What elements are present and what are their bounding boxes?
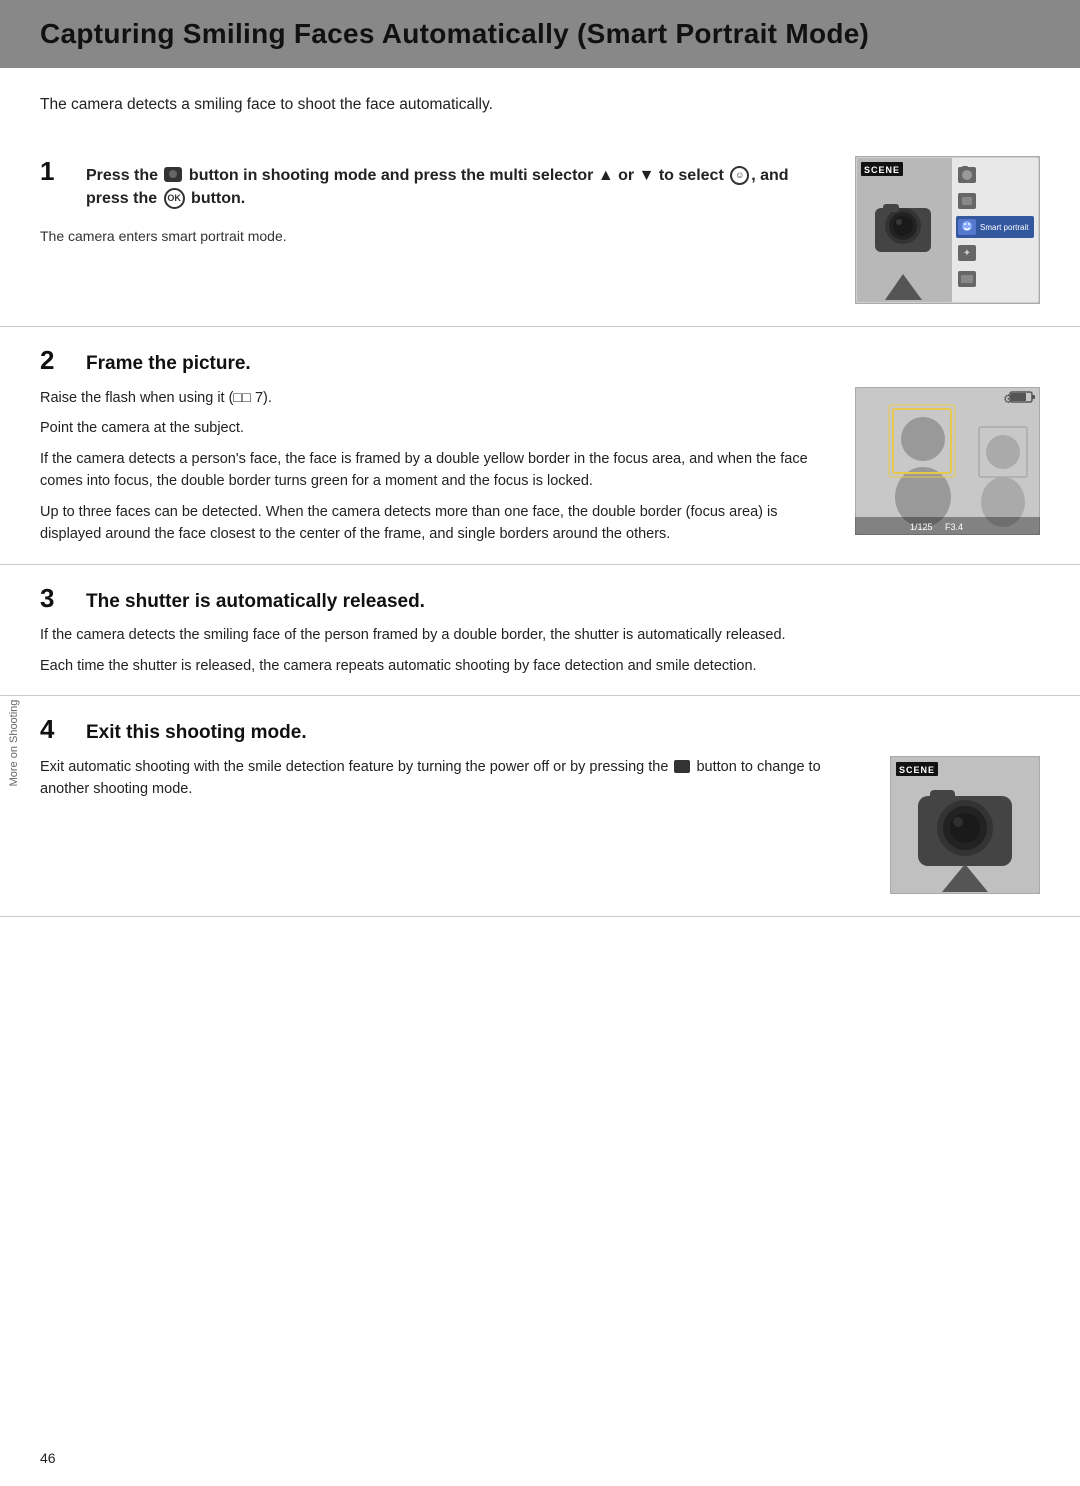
step2-p2: Point the camera at the subject. [40, 417, 835, 439]
ok-icon-inline: OK [164, 188, 185, 209]
step2-number: 2 [40, 347, 76, 373]
sidebar-label: More on Shooting [8, 700, 20, 787]
step1-content: 1 Press the button in shooting mode and … [40, 156, 1040, 308]
step1-header: 1 Press the button in shooting mode and … [40, 156, 835, 218]
svg-text:SCENE: SCENE [864, 165, 900, 175]
camera-icon-inline [164, 167, 182, 182]
step-3: 3 The shutter is automatically released.… [0, 565, 1080, 697]
svg-text:✦: ✦ [963, 248, 971, 259]
step4-header: 4 Exit this shooting mode. [40, 714, 1040, 746]
svg-text:SCENE: SCENE [899, 765, 935, 775]
scene-exit-svg: SCENE [890, 756, 1040, 894]
step1-title: Press the button in shooting mode and pr… [86, 164, 835, 210]
step2-content: Raise the flash when using it (□□ 7). Po… [40, 387, 1040, 546]
step3-p1: If the camera detects the smiling face o… [40, 624, 1040, 646]
step-2: 2 Frame the picture. Raise the flash whe… [0, 327, 1080, 565]
step3-header: 3 The shutter is automatically released. [40, 583, 1040, 615]
page-header: Capturing Smiling Faces Automatically (S… [0, 0, 1080, 68]
step3-title: The shutter is automatically released. [86, 590, 425, 615]
viewfinder-svg: ⚙ [855, 387, 1040, 535]
smile-icon-inline: ☺ [730, 166, 749, 185]
step-4: 4 Exit this shooting mode. Exit automati… [0, 696, 1080, 917]
step2-title: Frame the picture. [86, 352, 251, 377]
svg-text:Smart portrait: Smart portrait [980, 223, 1029, 232]
step2-p1: Raise the flash when using it (□□ 7). [40, 387, 835, 409]
step3-number: 3 [40, 585, 76, 611]
scene-selector-svg: SCENE [855, 156, 1040, 304]
svg-text:F3.4: F3.4 [945, 522, 963, 532]
step1-subtext: The camera enters smart portrait mode. [40, 228, 835, 244]
step1-image: SCENE [855, 156, 1040, 308]
step1-text: 1 Press the button in shooting mode and … [40, 156, 835, 244]
svg-text:1/125: 1/125 [910, 522, 933, 532]
step4-title: Exit this shooting mode. [86, 721, 307, 746]
step2-image: ⚙ [855, 387, 1040, 539]
step3-p2: Each time the shutter is released, the c… [40, 655, 1040, 677]
page-number: 46 [40, 1450, 56, 1466]
step4-text: Exit automatic shooting with the smile d… [40, 756, 870, 801]
step2-p3: If the camera detects a person's face, t… [40, 448, 835, 493]
page-container: Capturing Smiling Faces Automatically (S… [0, 0, 1080, 977]
step4-content: Exit automatic shooting with the smile d… [40, 756, 1040, 898]
step4-number: 4 [40, 716, 76, 742]
step1-number: 1 [40, 158, 76, 184]
step2-p4: Up to three faces can be detected. When … [40, 501, 835, 546]
intro-text: The camera detects a smiling face to sho… [0, 96, 1080, 114]
svg-text:⚙: ⚙ [1003, 392, 1014, 406]
page-title: Capturing Smiling Faces Automatically (S… [40, 18, 1040, 50]
step2-text: Raise the flash when using it (□□ 7). Po… [40, 387, 835, 546]
step-1: 1 Press the button in shooting mode and … [0, 138, 1080, 327]
step2-header: 2 Frame the picture. [40, 345, 1040, 377]
step4-p1: Exit automatic shooting with the smile d… [40, 756, 870, 801]
camera-icon-step4 [674, 760, 690, 773]
step3-text: If the camera detects the smiling face o… [40, 624, 1040, 677]
step4-image: SCENE [890, 756, 1040, 898]
